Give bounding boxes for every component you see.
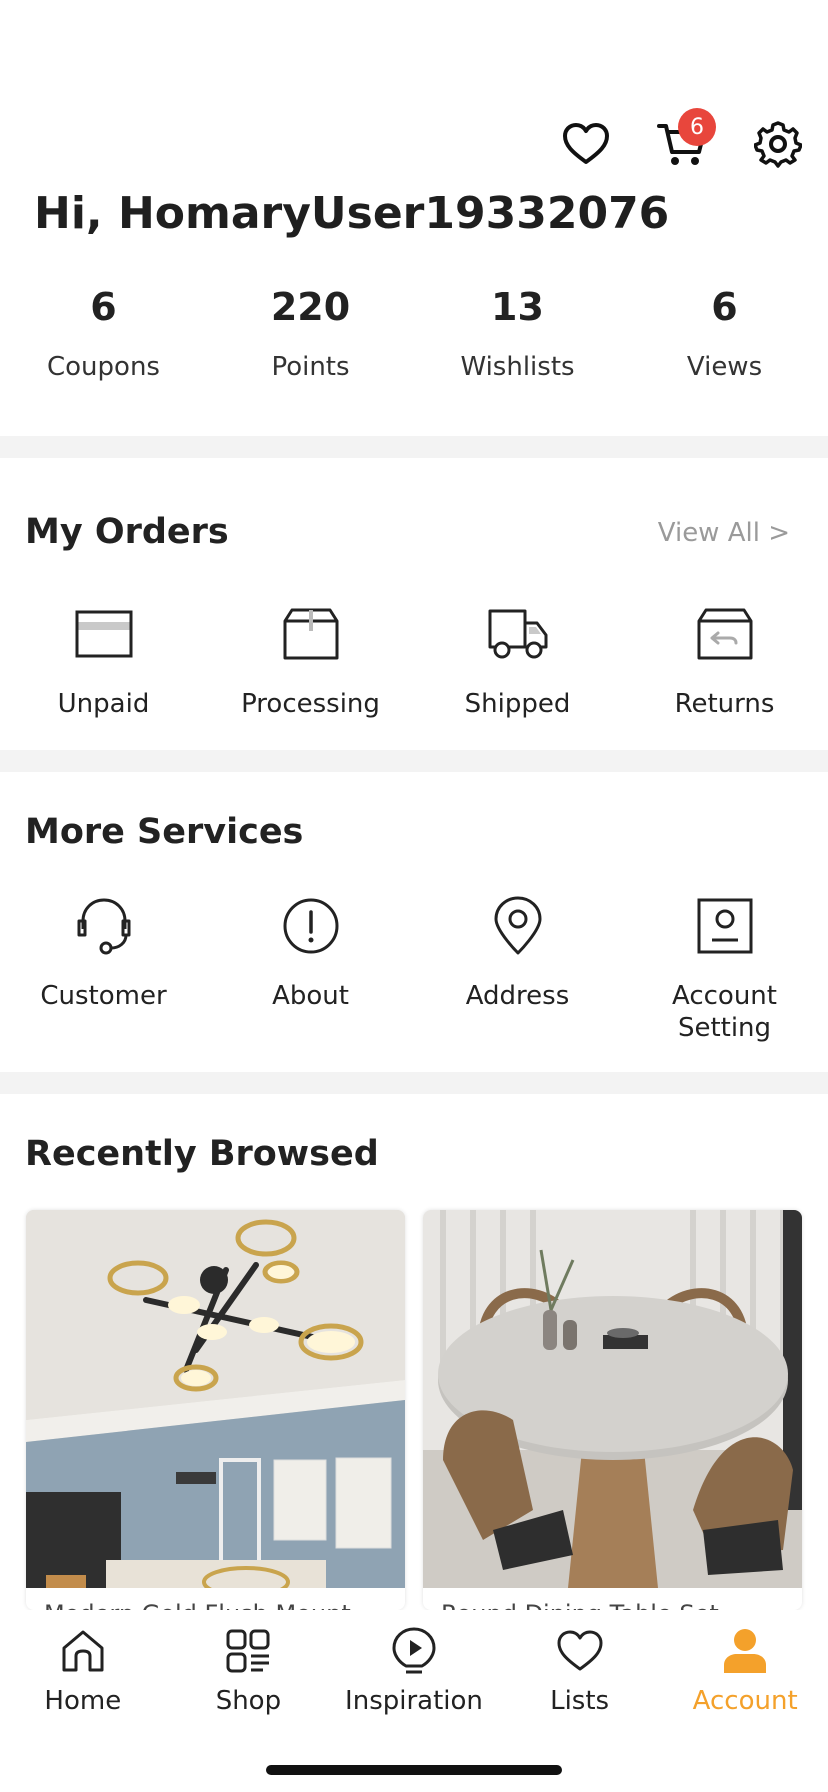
nav-label: Home bbox=[44, 1686, 122, 1716]
stat-label: Views bbox=[686, 352, 763, 382]
order-shipped[interactable]: Shipped bbox=[414, 602, 621, 720]
headset-icon bbox=[77, 898, 130, 955]
stat-label: Points bbox=[271, 352, 350, 382]
order-unpaid[interactable]: Unpaid bbox=[0, 602, 207, 720]
product-title: Round Dining Table Set... bbox=[441, 1600, 742, 1610]
product-card[interactable]: Round Dining Table Set... bbox=[423, 1210, 802, 1610]
account-stats: 6 Coupons 220 Points 13 Wishlists 6 View… bbox=[0, 280, 828, 382]
order-returns[interactable]: Returns bbox=[621, 602, 828, 720]
heart-icon bbox=[557, 1630, 603, 1671]
service-about[interactable]: About bbox=[207, 894, 414, 1044]
card-icon bbox=[75, 610, 132, 658]
ceiling-light-image bbox=[26, 1210, 405, 1588]
cart-button[interactable]: 6 bbox=[654, 108, 716, 172]
wishlist-button[interactable] bbox=[558, 116, 614, 172]
stat-wishlists[interactable]: 13 Wishlists bbox=[414, 280, 621, 382]
gear-icon bbox=[754, 121, 802, 168]
stat-views[interactable]: 6 Views bbox=[621, 280, 828, 382]
stat-value: 220 bbox=[270, 285, 351, 329]
lightbulb-icon bbox=[392, 1627, 436, 1674]
order-label: Shipped bbox=[464, 689, 571, 719]
box-icon bbox=[283, 608, 338, 660]
service-address[interactable]: Address bbox=[414, 894, 621, 1044]
truck-icon bbox=[488, 609, 547, 659]
product-title: Modern Gold Flush Mount... bbox=[44, 1600, 374, 1610]
nav-label: Inspiration bbox=[345, 1686, 483, 1716]
services-title: More Services bbox=[25, 812, 304, 852]
order-label: Processing bbox=[241, 689, 380, 719]
greeting: Hi, HomaryUser19332076 bbox=[34, 188, 670, 239]
product-card[interactable]: Modern Gold Flush Mount... bbox=[26, 1210, 405, 1610]
recently-browsed-list: Modern Gold Flush Mount... bbox=[26, 1210, 802, 1610]
nav-account[interactable]: Account bbox=[662, 1610, 828, 1792]
shop-grid-icon bbox=[226, 1629, 270, 1673]
services-grid: Customer About Address Account Setting bbox=[0, 894, 828, 1044]
section-divider bbox=[0, 750, 828, 772]
account-setting-icon bbox=[697, 898, 752, 954]
home-icon bbox=[62, 1630, 104, 1672]
info-icon bbox=[283, 898, 338, 954]
stat-label: Coupons bbox=[47, 352, 160, 382]
stat-label: Wishlists bbox=[460, 352, 575, 382]
dining-table-image bbox=[423, 1210, 802, 1588]
service-customer[interactable]: Customer bbox=[0, 894, 207, 1044]
location-pin-icon bbox=[494, 896, 541, 955]
nav-label: Lists bbox=[550, 1686, 610, 1716]
stat-coupons[interactable]: 6 Coupons bbox=[0, 280, 207, 382]
stat-value: 13 bbox=[491, 285, 544, 329]
view-all-orders-link[interactable]: View All > bbox=[658, 518, 790, 548]
settings-button[interactable] bbox=[750, 116, 806, 172]
order-label: Returns bbox=[674, 689, 775, 719]
nav-label: Account bbox=[692, 1686, 798, 1716]
service-label: Customer bbox=[40, 981, 167, 1011]
nav-label: Shop bbox=[215, 1686, 282, 1716]
home-indicator bbox=[266, 1765, 562, 1775]
order-label: Unpaid bbox=[57, 689, 150, 719]
stat-value: 6 bbox=[90, 285, 117, 329]
header-actions: 6 bbox=[558, 108, 806, 172]
service-label: About bbox=[272, 981, 349, 1011]
recently-browsed-title: Recently Browsed bbox=[25, 1134, 379, 1174]
heart-icon bbox=[563, 123, 609, 164]
order-processing[interactable]: Processing bbox=[207, 602, 414, 720]
stat-value: 6 bbox=[711, 285, 738, 329]
nav-home[interactable]: Home bbox=[0, 1610, 166, 1792]
orders-grid: Unpaid Processing Shipped Returns bbox=[0, 602, 828, 720]
service-label: Account Setting bbox=[672, 981, 777, 1043]
section-divider bbox=[0, 1072, 828, 1094]
service-account-setting[interactable]: Account Setting bbox=[621, 894, 828, 1044]
cart-count-badge: 6 bbox=[678, 108, 716, 146]
service-label: Address bbox=[465, 981, 570, 1011]
account-icon bbox=[724, 1629, 767, 1673]
stat-points[interactable]: 220 Points bbox=[207, 280, 414, 382]
return-box-icon bbox=[697, 608, 752, 660]
section-divider bbox=[0, 436, 828, 458]
orders-title: My Orders bbox=[25, 512, 229, 552]
